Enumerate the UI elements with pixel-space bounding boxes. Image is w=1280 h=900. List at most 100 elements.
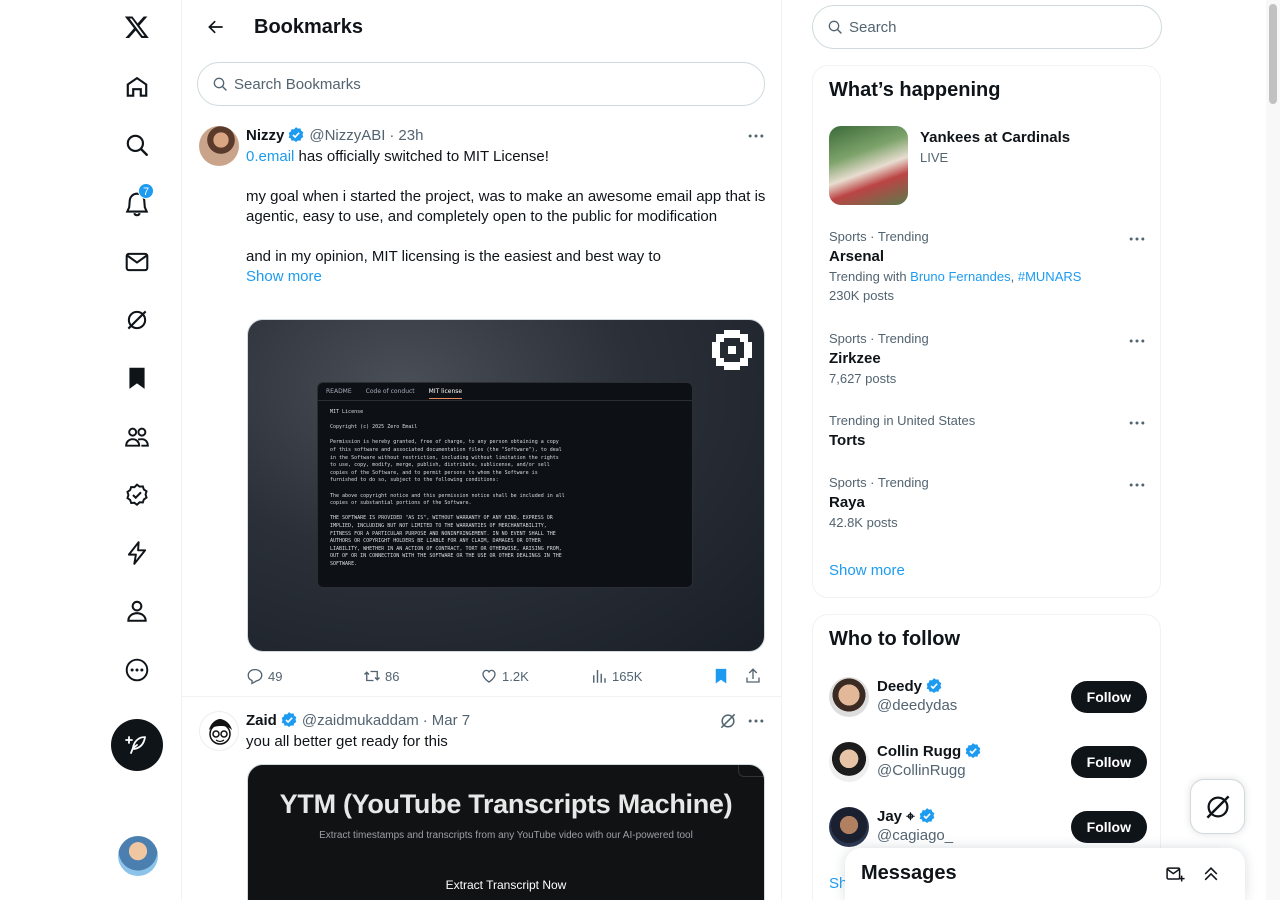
avatar[interactable] (829, 742, 869, 782)
tweet-media-image[interactable]: README Code of conduct MIT license MIT L… (247, 319, 765, 652)
nav-grok[interactable] (108, 295, 166, 345)
ytm-subtitle: Extract timestamps and transcripts from … (319, 830, 693, 841)
search-input[interactable]: Search (812, 5, 1162, 49)
nav-messages[interactable] (108, 237, 166, 287)
nav-more[interactable] (108, 645, 166, 695)
nav-notifications[interactable]: 7 (108, 179, 166, 229)
search-placeholder: Search (849, 18, 897, 36)
show-more-link[interactable]: Show more (246, 267, 766, 287)
more-options-icon[interactable] (1127, 475, 1147, 495)
more-options-icon[interactable] (746, 711, 766, 731)
tweet-text: you all better get ready for this (246, 733, 448, 750)
tweet-paragraph: and in my opinion, MIT licensing is the … (246, 248, 661, 265)
tweet-text-line: has officially switched to MIT License! (294, 148, 549, 165)
tweet-author-name[interactable]: Nizzy (246, 127, 284, 144)
follow-suggestion[interactable]: Jay ⌖ @cagiago_ Follow (829, 807, 1147, 851)
nav-profile[interactable] (108, 586, 166, 636)
tweet-author-name[interactable]: Zaid (246, 712, 277, 729)
home-icon (126, 76, 148, 97)
grok-icon (1206, 795, 1229, 818)
lightning-icon (127, 541, 147, 565)
more-options-icon[interactable] (746, 126, 766, 146)
analytics-icon (593, 670, 606, 683)
repost-count: 86 (385, 668, 400, 684)
chevrons-up-icon[interactable] (1201, 864, 1221, 884)
tweet-time[interactable]: Mar 7 (432, 712, 470, 729)
tweet[interactable]: Zaid @zaidmukaddam · Mar 7 you all bette… (182, 711, 781, 900)
share-button[interactable] (744, 666, 766, 686)
arrow-left-icon (208, 20, 223, 34)
cartoon-avatar-icon (209, 719, 232, 745)
follow-button[interactable]: Follow (1070, 746, 1147, 778)
featured-status: LIVE (920, 150, 949, 165)
trend-name: Raya (829, 494, 865, 511)
trend-item[interactable]: Trending in United States Torts (829, 413, 1147, 449)
page-scrollbar[interactable] (1266, 0, 1280, 900)
reply-button[interactable]: 49 (246, 666, 363, 686)
trend-with-link[interactable]: #MUNARS (1018, 269, 1082, 284)
tweet-time[interactable]: 23h (398, 127, 423, 144)
messages-drawer[interactable]: Messages (845, 848, 1245, 900)
tweet-avatar[interactable] (199, 711, 239, 751)
nav-explore[interactable] (108, 120, 166, 170)
follow-button[interactable]: Follow (1070, 681, 1147, 713)
more-options-icon[interactable] (1127, 413, 1147, 433)
nav-communities[interactable] (108, 412, 166, 462)
tweet[interactable]: Nizzy @NizzyABI · 23h 0.email has offici… (182, 126, 781, 697)
nav-premium[interactable] (108, 470, 166, 520)
trend-count: 42.8K posts (829, 515, 898, 530)
grok-icon[interactable] (718, 711, 738, 731)
tab-readme: README (326, 388, 352, 395)
new-message-icon[interactable] (1165, 864, 1185, 884)
scrollbar-thumb[interactable] (1269, 4, 1277, 104)
more-options-icon[interactable] (1127, 331, 1147, 351)
trend-item[interactable]: Sports · Trending Arsenal Trending with … (829, 229, 1147, 303)
views-button[interactable]: 165K (590, 666, 712, 686)
like-button[interactable]: 1.2K (480, 666, 590, 686)
follow-suggestion[interactable]: Collin Rugg @CollinRugg Follow (829, 742, 1147, 786)
verified-badge-icon (926, 678, 942, 693)
user-name: Collin Rugg (877, 742, 986, 760)
verified-badge-icon (289, 127, 304, 142)
follow-button[interactable]: Follow (1070, 811, 1147, 843)
post-button[interactable] (111, 719, 163, 771)
show-more-link[interactable]: Show more (829, 562, 905, 579)
trend-item[interactable]: Sports · Trending Zirkzee 7,627 posts (829, 331, 1147, 386)
tweet-avatar[interactable] (199, 126, 239, 166)
verified-badge-icon (919, 808, 934, 823)
featured-title[interactable]: Yankees at Cardinals (920, 129, 1070, 146)
featured-image[interactable] (829, 126, 908, 205)
more-options-icon[interactable] (1127, 229, 1147, 249)
trend-meta: Sports · Trending (829, 229, 929, 244)
right-sidebar: Search What’s happening Yankees at Cardi… (812, 0, 1162, 900)
bookmark-icon (129, 367, 145, 389)
avatar[interactable] (829, 807, 869, 847)
nav-verified-orgs[interactable] (108, 528, 166, 578)
account-avatar[interactable] (118, 836, 158, 876)
share-icon (746, 668, 760, 683)
back-button[interactable] (190, 9, 242, 45)
bookmark-button[interactable] (712, 666, 744, 686)
tweet-link[interactable]: 0.email (246, 148, 294, 165)
user-name: Deedy (877, 677, 947, 695)
bookmarks-search-input[interactable]: Search Bookmarks (197, 62, 765, 106)
avatar[interactable] (829, 677, 869, 717)
trend-with-label: Trending with (829, 269, 911, 284)
reply-count: 49 (268, 668, 283, 684)
follow-suggestion[interactable]: Deedy @deedydas Follow (829, 677, 1147, 721)
repost-button[interactable]: 86 (363, 666, 480, 686)
nav-home[interactable] (108, 62, 166, 112)
person-icon (127, 600, 147, 622)
trend-with-sep: , (1010, 269, 1018, 284)
people-icon (125, 427, 149, 447)
tweet-handle[interactable]: @NizzyABI (309, 127, 385, 144)
x-logo-icon[interactable] (108, 2, 166, 52)
nav-bookmarks[interactable] (108, 353, 166, 403)
trend-with-link[interactable]: Bruno Fernandes (910, 269, 1010, 284)
grok-floating-button[interactable] (1190, 779, 1245, 834)
bookmarks-search-placeholder: Search Bookmarks (234, 75, 361, 93)
search-icon (828, 20, 842, 34)
tweet-media-image[interactable]: YTM (YouTube Transcripts Machine) Extrac… (247, 764, 765, 900)
tweet-handle[interactable]: @zaidmukaddam (302, 712, 419, 729)
trend-item[interactable]: Sports · Trending Raya 42.8K posts (829, 475, 1147, 530)
